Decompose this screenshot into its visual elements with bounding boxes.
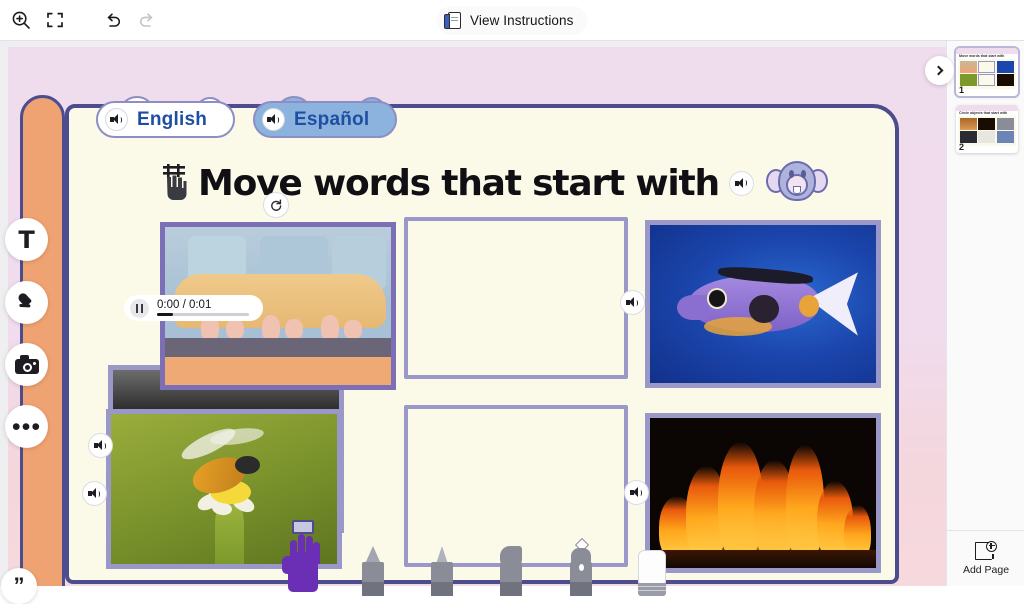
speaker-icon-spanish[interactable] <box>262 108 286 131</box>
text-icon: T <box>18 225 35 254</box>
zoom-in-icon[interactable] <box>6 5 36 35</box>
pages-panel: Move words that start with 1 Circle obje… <box>925 41 1024 586</box>
page-thumbnail-2[interactable]: Circle objects that start with 2 <box>956 105 1018 153</box>
pause-icon[interactable] <box>130 298 149 318</box>
fullscreen-icon[interactable] <box>40 5 70 35</box>
page-thumbnail-1[interactable]: Move words that start with 1 <box>954 46 1020 98</box>
page-plus-icon <box>975 540 997 560</box>
view-instructions-button[interactable]: View Instructions <box>437 6 587 35</box>
marker-icon[interactable] <box>496 538 526 596</box>
slide-canvas[interactable]: English Español Move words that start wi… <box>8 47 946 586</box>
top-toolbar: View Instructions <box>0 0 1024 41</box>
camera-icon <box>14 355 39 374</box>
chevron-right-icon[interactable] <box>925 56 954 85</box>
video-time-display: 0:00 / 0:01 <box>157 298 212 311</box>
add-page-label: Add Page <box>962 563 1010 576</box>
microphone-tool[interactable] <box>5 281 48 324</box>
hand-pointer-icon[interactable] <box>282 520 326 592</box>
image-card-fire[interactable] <box>645 413 881 573</box>
reset-rotate-icon[interactable] <box>263 192 289 218</box>
page-thumbnail-1-title: Move words that start with <box>959 54 1005 58</box>
page-thumbnail-1-number: 1 <box>959 85 965 95</box>
page-thumbnail-2-title: Circle objects that start with <box>959 111 1008 115</box>
book-icon <box>444 11 463 30</box>
speaker-icon-title[interactable] <box>728 170 754 196</box>
speaker-icon-drop-zone-1[interactable] <box>620 290 645 315</box>
language-toggle-group: English Español <box>96 96 398 138</box>
slide-title-row: Move words that start with <box>158 159 828 207</box>
eraser-icon[interactable] <box>638 544 666 596</box>
image-card-fish[interactable] <box>645 220 881 388</box>
pencil-icon[interactable] <box>358 538 388 596</box>
language-label-spanish: Español <box>294 108 370 130</box>
microphone-icon <box>11 287 42 318</box>
add-page-button[interactable]: Add Page <box>947 530 1024 586</box>
hand-drag-icon <box>158 164 192 202</box>
speaker-icon-card-bee[interactable] <box>82 481 107 506</box>
language-button-english[interactable]: English <box>96 96 236 138</box>
binder-spine <box>20 95 65 586</box>
speaker-icon-drop-zone-2[interactable] <box>624 480 649 505</box>
view-instructions-label: View Instructions <box>470 13 574 28</box>
monkey-face-icon <box>765 159 828 207</box>
speaker-icon-card-grey[interactable] <box>88 433 113 458</box>
redo-icon[interactable] <box>132 5 162 35</box>
text-tool[interactable]: T <box>5 218 48 261</box>
camera-tool[interactable] <box>5 343 48 386</box>
drop-zone-1[interactable] <box>404 217 628 379</box>
language-label-english: English <box>137 108 208 130</box>
quote-icon: ” <box>13 573 25 598</box>
quote-tool[interactable]: ” <box>1 568 37 604</box>
more-dots-icon: ••• <box>11 412 42 441</box>
workspace: English Español Move words that start wi… <box>0 41 1024 604</box>
speaker-icon-english[interactable] <box>105 108 128 131</box>
pencil-thin-icon[interactable] <box>427 538 457 596</box>
glitter-pen-icon[interactable] <box>566 537 596 596</box>
more-tool[interactable]: ••• <box>5 405 48 448</box>
language-button-spanish[interactable]: Español <box>253 96 398 138</box>
page-thumbnail-2-number: 2 <box>959 142 965 152</box>
video-controls[interactable]: 0:00 / 0:01 <box>124 295 263 321</box>
video-progress-bar[interactable] <box>157 313 249 317</box>
undo-icon[interactable] <box>98 5 128 35</box>
